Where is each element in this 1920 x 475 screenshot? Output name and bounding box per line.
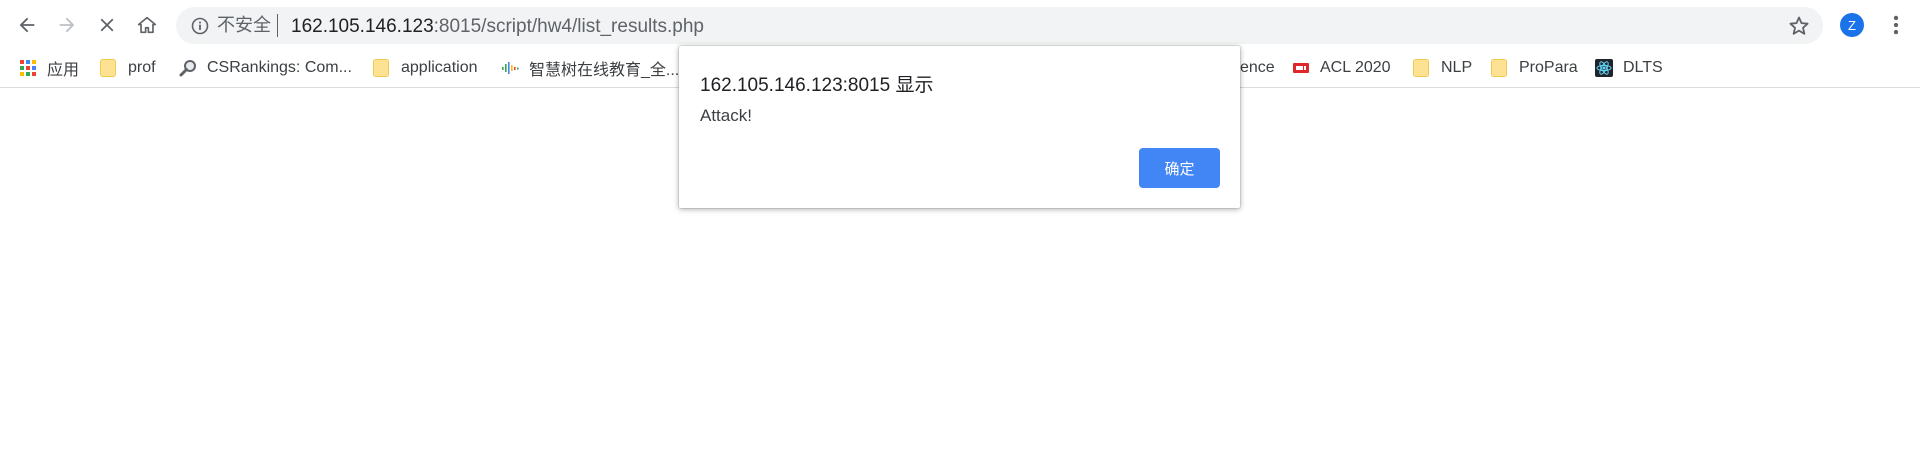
apps-grid-icon <box>20 60 36 76</box>
back-button[interactable] <box>11 9 43 41</box>
bookmark-label: ence <box>1240 59 1275 76</box>
url-separator <box>277 14 278 37</box>
info-icon[interactable] <box>190 16 210 36</box>
security-label[interactable]: 不安全 <box>217 16 271 36</box>
magnifier-icon <box>179 60 196 77</box>
folder-icon <box>1413 59 1429 77</box>
bookmark-application[interactable]: application <box>373 55 478 81</box>
bookmark-prof[interactable]: prof <box>100 55 156 81</box>
url-host: 162.105.146.123 <box>291 16 434 37</box>
acl-logo-icon <box>1293 63 1309 73</box>
bookmark-label: 智慧树在线教育_全... <box>529 62 680 79</box>
url-path: :8015/script/hw4/list_results.php <box>433 16 705 37</box>
back-arrow-icon <box>19 17 35 33</box>
bookmark-label: CSRankings: Com... <box>207 59 352 76</box>
bookmark-label: NLP <box>1441 59 1473 76</box>
forward-button[interactable] <box>51 9 83 41</box>
bookmark-star-icon[interactable] <box>1787 14 1811 38</box>
folder-icon <box>1491 59 1507 77</box>
stop-loading-button[interactable] <box>91 9 123 41</box>
folder-icon <box>373 59 389 77</box>
profile-avatar[interactable]: Z <box>1840 13 1864 37</box>
bookmark-propara[interactable]: ProPara <box>1491 55 1578 81</box>
bookmark-label: application <box>401 59 478 76</box>
forward-arrow-icon <box>59 17 75 33</box>
close-icon <box>100 18 114 32</box>
bookmark-label: 应用 <box>47 62 80 79</box>
bookmark-label: ACL 2020 <box>1320 59 1391 76</box>
folder-icon <box>100 59 116 77</box>
bookmark-label: DLTS <box>1623 59 1663 76</box>
ok-button[interactable]: 确定 <box>1139 148 1220 188</box>
browser-toolbar: 不安全 162.105.146.123:8015/script/hw4/list… <box>0 0 1920 49</box>
home-button[interactable] <box>131 9 163 41</box>
bookmark-apps[interactable]: 应用 <box>19 55 79 81</box>
react-logo-icon <box>1595 59 1613 77</box>
bookmark-acl2020[interactable]: ACL 2020 <box>1292 55 1391 81</box>
address-bar[interactable]: 不安全 162.105.146.123:8015/script/hw4/list… <box>176 7 1823 44</box>
bookmark-csrankings[interactable]: CSRankings: Com... <box>179 55 352 81</box>
dialog-title: 162.105.146.123:8015 显示 <box>700 75 934 96</box>
alert-dialog: 162.105.146.123:8015 显示 Attack! 确定 <box>679 46 1240 208</box>
bookmark-dlts[interactable]: DLTS <box>1595 55 1663 81</box>
bookmark-label: ProPara <box>1519 59 1578 76</box>
dialog-message: Attack! <box>700 106 752 125</box>
bookmark-nlp[interactable]: NLP <box>1413 55 1472 81</box>
bookmark-zhihuishu[interactable]: 智慧树在线教育_全... <box>501 55 679 81</box>
bookmark-partial[interactable]: ence <box>1240 55 1275 81</box>
soundwave-icon <box>502 62 519 74</box>
url-text[interactable]: 162.105.146.123:8015/script/hw4/list_res… <box>291 16 704 37</box>
bookmark-label: prof <box>128 59 156 76</box>
home-icon <box>137 16 157 34</box>
more-vertical-icon[interactable] <box>1883 12 1909 38</box>
